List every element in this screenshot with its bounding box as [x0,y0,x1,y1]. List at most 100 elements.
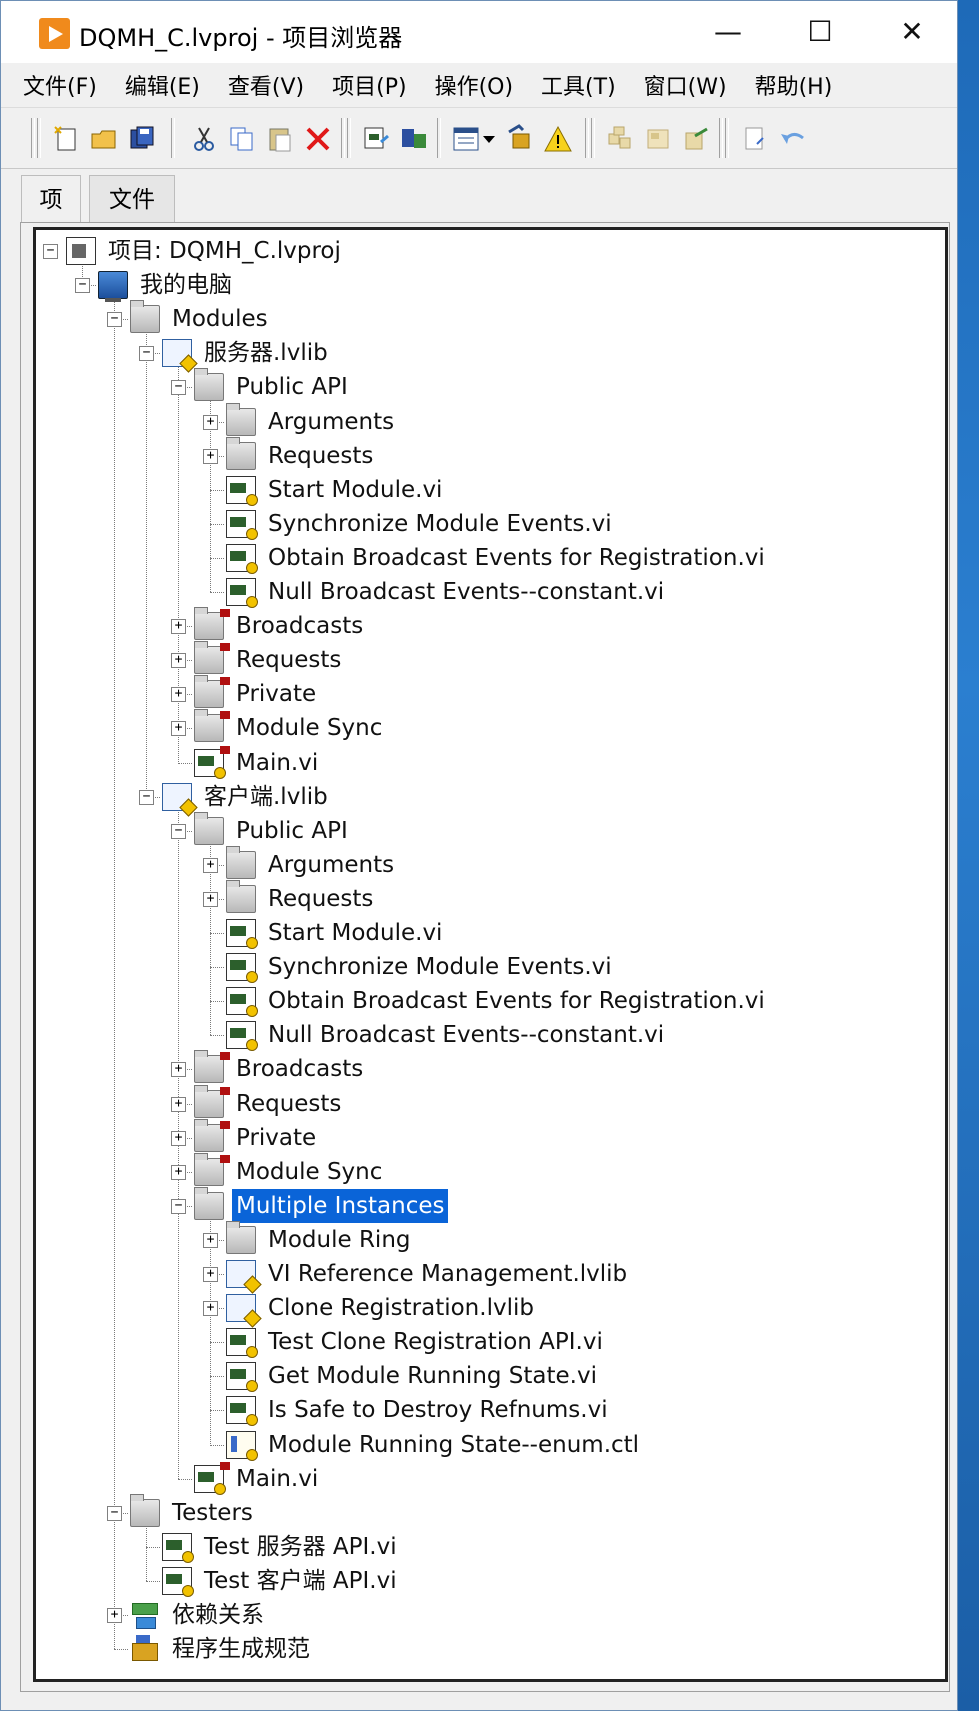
delete-icon[interactable] [303,124,333,154]
tree-row[interactable]: Start Module.vi [36,916,945,950]
menu-view[interactable]: 查看(V) [228,69,304,101]
expand-icon[interactable]: + [203,448,218,464]
close-button[interactable]: ✕ [889,11,935,53]
expand-icon[interactable]: + [171,721,186,737]
expand-icon[interactable]: + [171,1062,186,1078]
menu-edit[interactable]: 编辑(E) [125,69,200,101]
tree-row[interactable]: + Requests [36,436,945,473]
expand-icon[interactable]: + [171,1130,186,1146]
tree-row[interactable]: + Broadcasts [36,607,945,643]
tree-row[interactable]: − Modules [36,300,945,336]
expand-icon[interactable]: + [107,1608,122,1623]
maximize-button[interactable]: ☐ [797,11,843,53]
dropdown-arrow-icon[interactable] [481,124,497,154]
class-icon[interactable] [643,124,673,154]
collapse-icon[interactable]: − [43,244,58,259]
tree-row[interactable]: + VI Reference Management.lvlib [36,1257,945,1291]
expand-icon[interactable]: + [203,891,218,907]
collapse-icon[interactable]: − [171,1198,186,1214]
tree-row[interactable]: 程序生成规范 [36,1632,945,1666]
paste-icon[interactable] [265,124,295,154]
tree-row[interactable]: Main.vi [36,745,945,780]
menu-help[interactable]: 帮助(H) [755,69,833,101]
tree-row[interactable]: Obtain Broadcast Events for Registration… [36,541,945,575]
tree-row[interactable]: Test 服务器 API.vi [36,1530,945,1564]
tree-row[interactable]: Null Broadcast Events--constant.vi [36,1018,945,1052]
project-tree[interactable]: − 项目: DQMH_C.lvproj − 我的电脑 − Modules − 服务器.lvli… [33,227,948,1682]
tree-row[interactable]: Is Safe to Destroy Refnums.vi [36,1393,945,1427]
build-icon[interactable] [361,124,391,154]
tree-row[interactable]: − 服务器.lvlib [36,336,945,370]
tree-row[interactable]: + Broadcasts [36,1050,945,1086]
tree-row[interactable]: − 客户端.lvlib [36,780,945,814]
tree-row[interactable]: − 我的电脑 [36,268,945,303]
tree-row[interactable]: + 依赖关系 [36,1598,945,1632]
tree-row[interactable]: + Private [36,1118,945,1155]
collapse-icon[interactable]: − [107,1505,122,1521]
expand-icon[interactable]: + [171,653,186,669]
tree-row[interactable]: + Requests [36,641,945,677]
tree-row[interactable]: Synchronize Module Events.vi [36,507,945,541]
copy-icon[interactable] [227,124,257,154]
collapse-icon[interactable]: − [75,278,90,294]
menu-window[interactable]: 窗口(W) [644,69,727,101]
open-folder-icon[interactable] [89,124,119,154]
tree-row[interactable]: Synchronize Module Events.vi [36,950,945,984]
collapse-icon[interactable]: − [171,823,186,839]
menu-project[interactable]: 项目(P) [332,69,406,101]
tree-row[interactable]: Module Running State--enum.ctl [36,1428,945,1462]
expand-icon[interactable]: + [171,619,186,635]
menu-operate[interactable]: 操作(O) [435,69,513,101]
warning-icon[interactable] [543,124,573,154]
tree-row[interactable]: + Requests [36,1084,945,1121]
tree-row[interactable]: + Clone Registration.lvlib [36,1291,945,1325]
cut-icon[interactable] [189,124,219,154]
tree-row[interactable]: Main.vi [36,1461,945,1496]
library-icon[interactable] [605,124,635,154]
undo-icon[interactable] [777,124,807,154]
export-icon[interactable] [681,124,711,154]
expand-icon[interactable]: + [203,1301,218,1317]
tree-row[interactable]: Obtain Broadcast Events for Registration… [36,984,945,1018]
customize-icon[interactable] [505,124,535,154]
tree-row[interactable]: Test Clone Registration API.vi [36,1325,945,1359]
collapse-icon[interactable]: − [139,789,154,805]
tree-row[interactable]: − Public API [36,368,945,404]
tree-row[interactable]: Start Module.vi [36,473,945,507]
menu-file[interactable]: 文件(F) [23,69,97,101]
expand-icon[interactable]: + [203,857,218,873]
properties-icon[interactable] [741,124,771,154]
tree-row[interactable]: + Module Sync [36,709,945,745]
tree-row[interactable]: + Private [36,675,945,711]
tree-row[interactable]: Test 客户端 API.vi [36,1564,945,1598]
tree-row[interactable]: Get Module Running State.vi [36,1359,945,1393]
tree-item-label: Null Broadcast Events--constant.vi [268,579,665,605]
tree-row[interactable]: − Testers [36,1493,945,1530]
menu-tools[interactable]: 工具(T) [541,69,616,101]
tree-row[interactable]: − Multiple Instances [36,1186,945,1223]
expand-icon[interactable]: + [203,1232,218,1248]
tab-items[interactable]: 项 [21,175,81,225]
collapse-icon[interactable]: − [139,346,154,362]
expand-icon[interactable]: + [171,1164,186,1180]
expand-icon[interactable]: + [203,1267,218,1282]
minimize-button[interactable]: — [705,11,751,53]
tree-row[interactable]: − 项目: DQMH_C.lvproj [36,234,945,268]
tree-row[interactable]: Null Broadcast Events--constant.vi [36,575,945,609]
new-icon[interactable] [51,124,81,154]
tree-row[interactable]: + Arguments [36,845,945,882]
expand-icon[interactable]: + [203,414,218,430]
collapse-icon[interactable]: − [171,380,186,396]
save-all-icon[interactable] [127,124,157,154]
expand-icon[interactable]: + [171,687,186,703]
deploy-icon[interactable] [399,124,429,154]
tree-row[interactable]: + Module Sync [36,1152,945,1189]
tree-row[interactable]: + Requests [36,879,945,916]
collapse-icon[interactable]: − [107,312,122,328]
tree-row[interactable]: + Module Ring [36,1220,945,1257]
tree-row[interactable]: + Arguments [36,402,945,439]
view-options-icon[interactable] [451,124,481,154]
tree-row[interactable]: − Public API [36,811,945,848]
expand-icon[interactable]: + [171,1096,186,1112]
tab-files[interactable]: 文件 [89,175,175,225]
